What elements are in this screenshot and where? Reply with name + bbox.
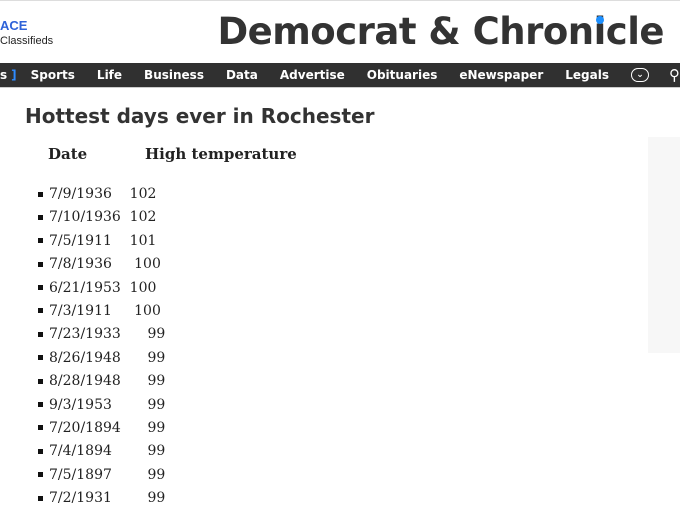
list-item: 6/21/1953 100: [38, 278, 165, 301]
marketplace-link[interactable]: ACE Classifieds: [0, 18, 53, 47]
nav-item-sports[interactable]: Sports: [31, 68, 75, 82]
list-item: 8/26/1948 99: [38, 348, 165, 371]
list-item: 7/10/1936 102: [38, 207, 165, 230]
nav-item-obituaries[interactable]: Obituaries: [367, 68, 438, 82]
list-item: 9/3/1953 99: [38, 395, 165, 418]
column-header-temp: High temperature: [145, 145, 297, 163]
column-header-date: Date: [48, 145, 88, 163]
chevron-down-icon[interactable]: ⌄: [630, 68, 649, 82]
marketplace-subtitle: Classifieds: [0, 35, 54, 47]
nav-item-enewspaper[interactable]: eNewspaper: [459, 68, 543, 82]
marketplace-title: ACE: [0, 18, 28, 33]
article-title: Hottest days ever in Rochester: [25, 104, 375, 128]
list-item: 7/8/1936 100: [38, 254, 165, 277]
nav-item-life[interactable]: Life: [97, 68, 122, 82]
hottest-days-list: 7/9/1936 102 7/10/1936 102 7/5/1911 101 …: [38, 184, 165, 511]
list-item: 7/9/1936 102: [38, 184, 165, 207]
nav-bracket: ]: [11, 68, 17, 82]
list-item: 7/23/1933 99: [38, 324, 165, 347]
main-nav: s ] Sports Life Business Data Advertise …: [0, 63, 680, 88]
list-item: 7/4/1894 99: [38, 441, 165, 464]
search-icon[interactable]: ⚲: [669, 66, 680, 84]
list-item: 7/3/1911 100: [38, 301, 165, 324]
list-item: 8/28/1948 99: [38, 371, 165, 394]
list-item: 7/5/1911 101: [38, 231, 165, 254]
ad-placeholder: [648, 137, 680, 353]
list-item: 7/2/1931 99: [38, 488, 165, 511]
site-logo[interactable]: Democrat & Chroni cle: [217, 10, 664, 53]
nav-item-legals[interactable]: Legals: [565, 68, 609, 82]
top-border: [0, 0, 680, 1]
list-item: 7/5/1897 99: [38, 465, 165, 488]
list-item: 7/20/1894 99: [38, 418, 165, 441]
logo-dot: [595, 16, 604, 24]
nav-item-advertise[interactable]: Advertise: [280, 68, 345, 82]
nav-item-partial[interactable]: s: [0, 68, 7, 82]
nav-item-business[interactable]: Business: [144, 68, 204, 82]
nav-item-data[interactable]: Data: [226, 68, 258, 82]
